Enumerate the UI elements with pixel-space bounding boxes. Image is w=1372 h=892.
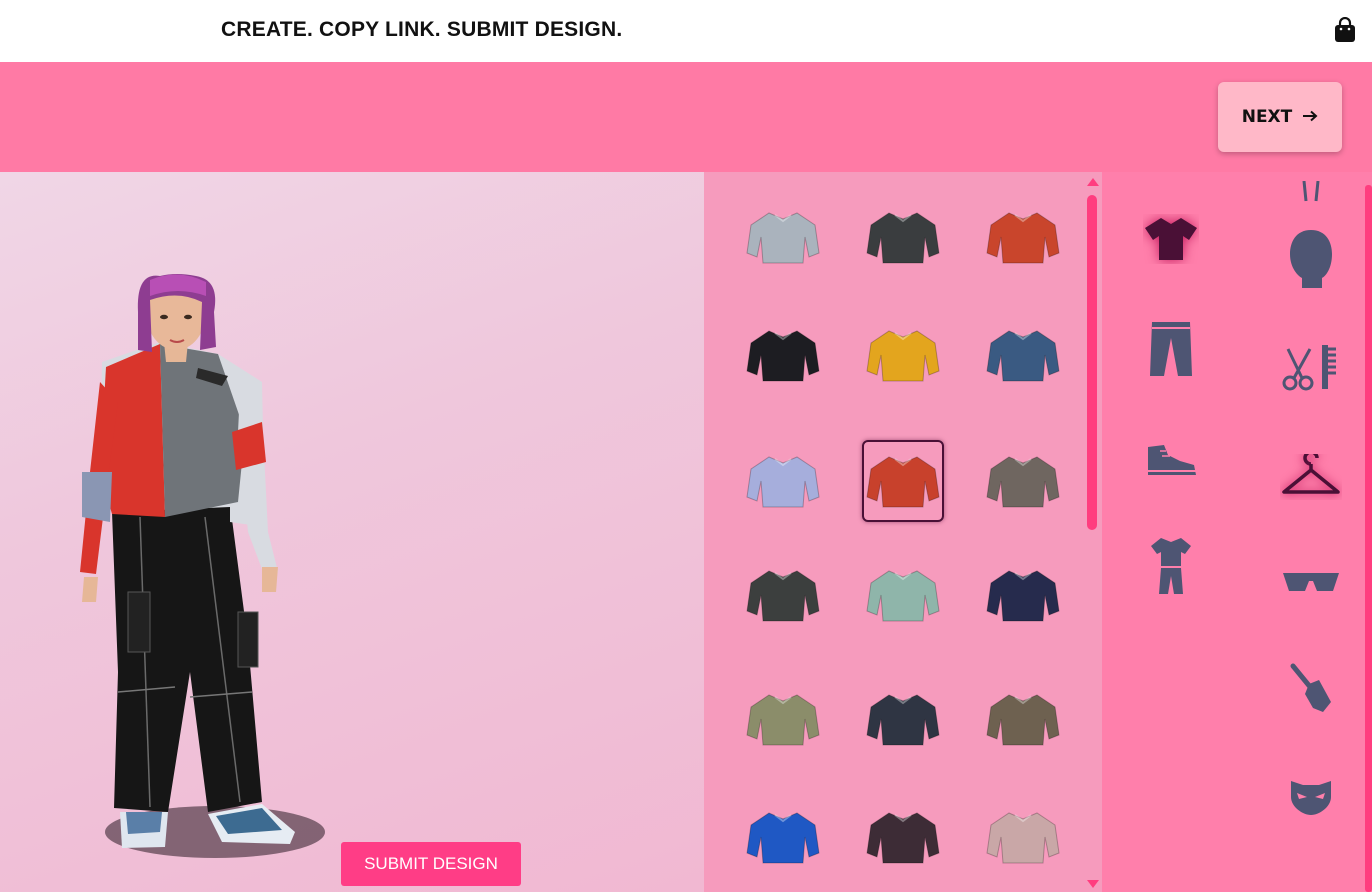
mask-icon[interactable] xyxy=(1278,764,1344,830)
sunglasses-icon[interactable] xyxy=(1278,550,1344,616)
arrow-right-icon xyxy=(1302,107,1318,127)
outfit-item-pastel-hoodie[interactable] xyxy=(982,796,1064,878)
outfit-item-plum-hoodie[interactable] xyxy=(862,796,944,878)
scroll-down-arrow[interactable] xyxy=(1087,880,1099,888)
outfit-item-camo-parka[interactable] xyxy=(742,554,824,636)
tshirt-icon[interactable] xyxy=(1138,206,1204,272)
outfit-item-grey-tshirt[interactable] xyxy=(742,196,824,278)
outfit-icon[interactable] xyxy=(1138,534,1204,600)
partial-top-icon[interactable] xyxy=(1278,160,1344,226)
outfit-item-yellow-hoodie[interactable] xyxy=(862,314,944,396)
page-slogan: CREATE. COPY LINK. SUBMIT DESIGN. xyxy=(221,18,623,41)
next-label: NEXT xyxy=(1241,107,1293,127)
outfit-item-charcoal-sweater[interactable] xyxy=(862,678,944,760)
next-button[interactable]: NEXT xyxy=(1218,82,1342,152)
outfit-item-black-bomber[interactable] xyxy=(862,196,944,278)
avatar-stage[interactable] xyxy=(0,172,704,892)
avatar-figure xyxy=(80,274,325,858)
top-header: CREATE. COPY LINK. SUBMIT DESIGN. xyxy=(0,0,1372,62)
outfit-item-floral-hoodie[interactable] xyxy=(742,678,824,760)
outfit-item-mint-hoodie[interactable] xyxy=(862,554,944,636)
scroll-up-arrow[interactable] xyxy=(1087,178,1099,186)
outfit-item-denim-jacket[interactable] xyxy=(982,314,1064,396)
shopping-bag-icon[interactable] xyxy=(1333,16,1357,43)
outfit-grid xyxy=(704,172,1102,892)
submit-design-button[interactable]: SUBMIT DESIGN xyxy=(341,842,521,886)
category-scrollbar[interactable] xyxy=(1365,185,1372,892)
outfit-grid-scrollbar[interactable] xyxy=(1087,195,1097,530)
pants-icon[interactable] xyxy=(1138,316,1204,382)
outfit-item-graffiti-vest[interactable] xyxy=(742,314,824,396)
outfit-item-grey-trench[interactable] xyxy=(982,440,1064,522)
sneaker-icon[interactable] xyxy=(1138,428,1204,494)
makeup-brush-icon[interactable] xyxy=(1278,656,1344,722)
head-icon[interactable] xyxy=(1278,226,1344,292)
outfit-item-navy-hoodie[interactable] xyxy=(982,554,1064,636)
outfit-item-olive-sweater[interactable] xyxy=(982,678,1064,760)
outfit-item-holo-puffer[interactable] xyxy=(742,440,824,522)
hanger-icon[interactable] xyxy=(1278,444,1344,510)
scissors-comb-icon[interactable] xyxy=(1278,334,1344,400)
outfit-item-blue-sweatshirt[interactable] xyxy=(742,796,824,878)
outfit-item-red-grey-tee[interactable] xyxy=(862,440,944,522)
outfit-item-red-puffer[interactable] xyxy=(982,196,1064,278)
toolbar xyxy=(0,62,1372,172)
